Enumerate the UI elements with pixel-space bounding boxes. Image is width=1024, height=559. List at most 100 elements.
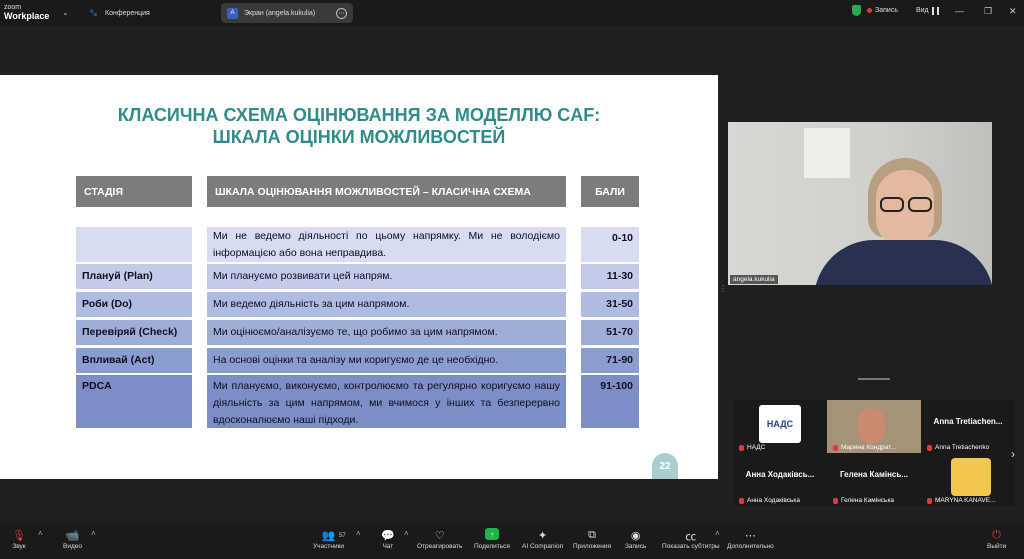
participant-label: MARYNA KANAVE... <box>927 497 995 504</box>
participant-label: Anna Tretiachenko <box>927 444 989 451</box>
mic-muted-icon <box>833 444 838 451</box>
participant-label: Гелена Камінська <box>833 497 894 504</box>
ai-label: AI Companion <box>522 543 564 550</box>
chevron-down-icon[interactable]: ⌄ <box>62 8 69 17</box>
chevron-right-icon[interactable]: › <box>1011 447 1015 461</box>
more-label: Дополнительно <box>727 543 774 550</box>
record-button[interactable]: ◉ Запись <box>625 528 646 550</box>
audio-label: Звук <box>12 543 26 550</box>
chat-icon: 💬 <box>381 530 395 542</box>
participant-name: Анна Ходаківська <box>747 497 800 504</box>
camera-off-icon: 📹 <box>65 530 80 542</box>
stage-cell: Перевіряй (Check) <box>76 320 192 345</box>
audio-button[interactable]: 🎙 Звук <box>12 528 26 550</box>
ai-companion-button[interactable]: ✦ AI Companion <box>522 528 563 550</box>
participants-button[interactable]: 👥 Участники <box>313 528 344 550</box>
react-button[interactable]: ♡ Отреагировать <box>417 528 462 550</box>
record-label: Запись <box>875 7 898 14</box>
apps-icon: ⧉ <box>588 529 596 541</box>
record-icon: ◉ <box>630 530 641 542</box>
recording-indicator[interactable]: Запись <box>867 7 898 14</box>
stage-cell: Роби (Do) <box>76 292 192 317</box>
splitter-handle[interactable]: ⋮ <box>719 284 727 293</box>
minimize-icon[interactable]: — <box>955 6 964 16</box>
tab-screen-label: Экран (angela.kukulia) <box>244 9 316 17</box>
more-icon[interactable]: ⋯ <box>336 7 347 19</box>
participant-tile[interactable]: Anna Tretiachen... Anna Tretiachenko <box>921 400 1015 453</box>
participant-tile[interactable]: Гелена Камінсь... Гелена Камінська <box>827 453 921 506</box>
stage-cell: Впливай (Act) <box>76 348 192 373</box>
captions-label: Показать субтитры <box>662 543 720 550</box>
view-button[interactable]: Вид <box>915 6 939 15</box>
participant-name: Anna Tretiachenko <box>935 444 990 451</box>
shared-slide: КЛАСИЧНА СХЕМА ОЦІНЮВАННЯ ЗА МОДЕЛЛЮ CAF… <box>0 75 718 479</box>
view-icon <box>931 6 939 15</box>
points-cell: 0-10 <box>581 227 639 262</box>
participant-face <box>857 408 885 444</box>
wall-paper <box>804 128 850 178</box>
slide-title-line1: КЛАСИЧНА СХЕМА ОЦІНЮВАННЯ ЗА МОДЕЛЛЮ CAF… <box>117 105 601 125</box>
desc-cell: Ми плануємо розвивати цей напрям. <box>207 264 566 289</box>
share-icon: ↑ <box>484 528 499 540</box>
mic-muted-icon <box>927 444 932 451</box>
meeting-toolbar: 🎙 Звук ˄ 📹 Видео ˄ 👥 Участники 57 ˄ 💬 Чат ˄ … <box>0 523 1024 559</box>
header-stage: СТАДІЯ <box>76 176 192 207</box>
heart-icon: ♡ <box>434 530 445 542</box>
participant-name: Гелена Камінська <box>841 497 895 504</box>
participant-display-name: Гелена Камінсь... <box>840 470 908 479</box>
participants-label: Участники <box>313 543 345 550</box>
speaker-name-label: angela.kukulia <box>730 275 778 284</box>
share-button[interactable]: ↑ Поделиться <box>474 528 510 550</box>
desc-cell: Ми ведемо діяльність за цим напрямом. <box>207 292 566 317</box>
chevron-up-icon[interactable]: ˄ <box>356 529 361 538</box>
mic-off-icon: 🎙 <box>12 530 26 542</box>
leave-icon: ⏻ <box>992 529 1001 541</box>
header-points: БАЛИ <box>581 176 639 207</box>
participant-name: MARYNA KANAVE... <box>935 497 996 504</box>
title-bar: zoom Workplace ⌄ 🐾 Конференция A Экран (… <box>0 0 1024 26</box>
status-area: Запись Вид <box>852 5 939 16</box>
slide-title-line2: ШКАЛА ОЦІНКИ МОЖЛИВОСТЕЙ <box>212 127 506 147</box>
video-label: Видео <box>63 543 82 550</box>
view-label: Вид <box>915 7 929 14</box>
apps-label: Приложения <box>573 543 612 550</box>
chevron-up-icon[interactable]: ˄ <box>404 529 409 538</box>
more-icon: ⋯ <box>744 530 756 542</box>
desc-cell: Ми оцінюємо/аналізуємо те, що робимо за … <box>207 320 566 345</box>
chevron-up-icon[interactable]: ˄ <box>91 529 96 538</box>
more-button[interactable]: ⋯ Дополнительно <box>727 528 774 550</box>
participant-tile[interactable]: Анна Ходаківсь... Анна Ходаківська <box>733 453 827 506</box>
header-scale: ШКАЛА ОЦІНЮВАННЯ МОЖЛИВОСТЕЙ – КЛАСИЧНА … <box>207 176 566 207</box>
participant-video <box>951 458 991 496</box>
desc-cell: На основі оцінки та аналізу ми коригуємо… <box>207 348 566 373</box>
tab-conference-label: Конференция <box>105 9 150 17</box>
video-button[interactable]: 📹 Видео <box>63 528 82 550</box>
apps-button[interactable]: ⧉ Приложения <box>573 528 611 550</box>
avatar-icon: A <box>227 7 238 19</box>
participant-tile[interactable]: НАДС НАДС <box>733 400 827 453</box>
panel-resize-handle[interactable] <box>858 378 890 380</box>
shield-icon <box>852 5 861 16</box>
tab-screen[interactable]: A Экран (angela.kukulia) ⋯ <box>221 3 353 23</box>
record-button-label: Запись <box>625 543 647 550</box>
participants-icon: 👥 <box>321 530 336 542</box>
close-icon[interactable]: ✕ <box>1009 6 1017 17</box>
chat-button[interactable]: 💬 Чат <box>381 528 395 550</box>
participant-tile[interactable]: Марина Кондрат... <box>827 400 921 453</box>
points-cell: 51-70 <box>581 320 639 345</box>
paw-icon: 🐾 <box>89 10 98 17</box>
points-cell: 91-100 <box>581 375 639 428</box>
chevron-up-icon[interactable]: ˄ <box>715 529 720 538</box>
speaker-video[interactable] <box>728 122 992 285</box>
desc-cell: Ми плануємо, виконуємо, контролюємо та р… <box>207 375 566 428</box>
restore-icon[interactable]: ❐ <box>984 6 992 17</box>
leave-label: Выйти <box>987 543 1007 550</box>
stage-cell <box>76 227 192 262</box>
leave-button[interactable]: ⏻ Выйти <box>987 528 1006 550</box>
stage-cell: Плануй (Plan) <box>76 264 192 289</box>
captions-button[interactable]: ㏄ Показать субтитры <box>662 528 720 551</box>
page-number: 22 <box>652 453 678 479</box>
tab-conference[interactable]: 🐾 Конференция <box>82 3 212 23</box>
chevron-up-icon[interactable]: ˄ <box>38 529 43 538</box>
points-cell: 31-50 <box>581 292 639 317</box>
